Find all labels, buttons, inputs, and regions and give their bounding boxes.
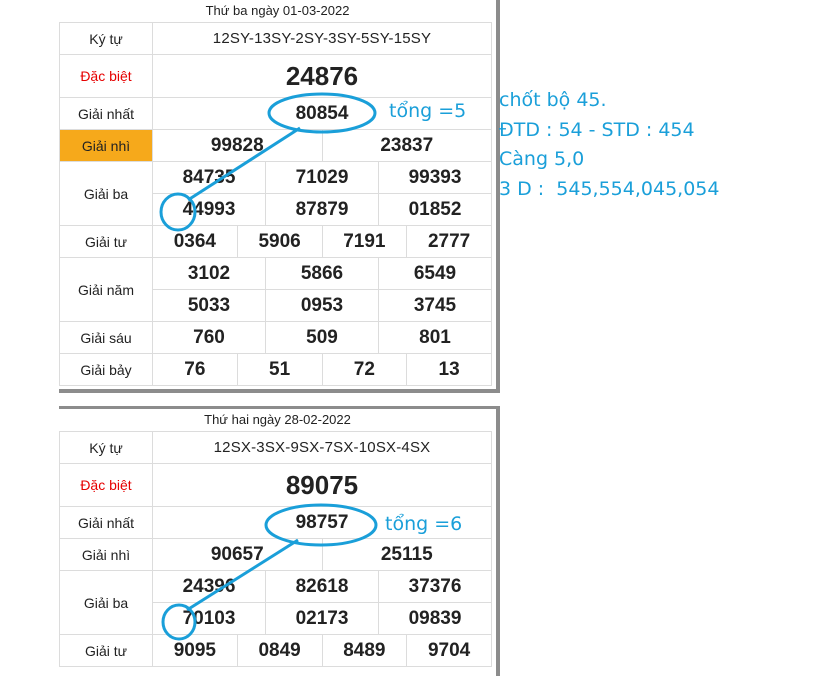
sum-annotation-1: tổng =5 bbox=[389, 100, 467, 122]
circle-giai-nhat-2 bbox=[264, 503, 378, 547]
prediction-line: 3 D : 545,554,045,054 bbox=[499, 177, 720, 200]
prediction-line: ĐTD : 54 - STD : 454 bbox=[499, 118, 695, 141]
prediction-note: chốt bộ 45. ĐTD : 54 - STD : 454 Càng 5,… bbox=[499, 86, 719, 204]
link-line-1 bbox=[187, 126, 301, 202]
sum-annotation-2: tổng =6 bbox=[385, 513, 463, 535]
circle-giai-nhat-1 bbox=[267, 92, 377, 134]
link-line-2 bbox=[186, 538, 299, 612]
prediction-line: chốt bộ 45. bbox=[499, 89, 607, 111]
circle-giai-ba-2 bbox=[161, 603, 197, 641]
prediction-line: Càng 5,0 bbox=[499, 148, 585, 170]
